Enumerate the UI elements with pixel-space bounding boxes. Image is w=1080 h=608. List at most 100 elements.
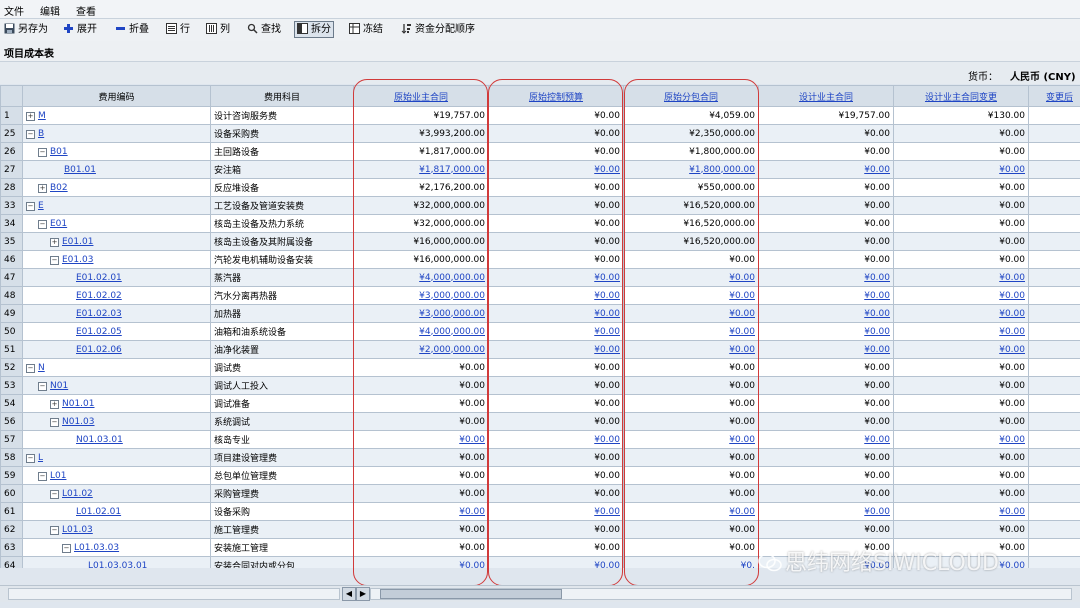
header-code[interactable]: 费用编码 bbox=[22, 85, 211, 107]
collapse-button[interactable]: 折叠 bbox=[113, 22, 151, 37]
table-row[interactable]: 27 B01.01 安注箱 ¥1,817,000.00 ¥0.00 ¥1,800,000.… bbox=[0, 160, 1080, 179]
table-row[interactable]: 49 E01.02.03 加热器 ¥3,000,000.00 ¥0.00 ¥0.00 ¥0.… bbox=[0, 304, 1080, 323]
amount-link[interactable]: ¥0.00 bbox=[729, 309, 755, 319]
amount-cell-c4[interactable]: ¥0.00 bbox=[758, 322, 894, 341]
amount-cell-c4[interactable]: ¥0.00 bbox=[758, 268, 894, 287]
scroll-right-button[interactable]: ▶ bbox=[356, 587, 370, 601]
collapse-node-icon[interactable]: − bbox=[62, 543, 71, 553]
collapse-node-icon[interactable]: − bbox=[26, 363, 35, 373]
menu-view[interactable]: 查看 bbox=[76, 3, 96, 18]
table-row[interactable]: 48 E01.02.02 汽水分离再热器 ¥3,000,000.00 ¥0.00 ¥0.0… bbox=[0, 286, 1080, 305]
amount-cell-c2[interactable]: ¥0.00 bbox=[488, 160, 624, 179]
table-row[interactable]: 47 E01.02.01 蒸汽器 ¥4,000,000.00 ¥0.00 ¥0.00 ¥0.… bbox=[0, 268, 1080, 287]
collapse-node-icon[interactable]: − bbox=[26, 453, 35, 463]
menu-edit[interactable]: 编辑 bbox=[40, 3, 60, 18]
amount-link[interactable]: ¥0.00 bbox=[459, 561, 485, 569]
cost-code-link[interactable]: E bbox=[38, 201, 44, 211]
amount-cell-c5[interactable]: ¥0.00 bbox=[893, 304, 1029, 323]
table-row[interactable]: 61 L01.02.01 设备采购 ¥0.00 ¥0.00 ¥0.00 ¥0.00 ¥0.00 bbox=[0, 502, 1080, 521]
cost-code-link[interactable]: L01.02.01 bbox=[76, 507, 121, 517]
amount-link[interactable]: ¥0.00 bbox=[999, 561, 1025, 569]
amount-cell-c2[interactable]: ¥0.00 bbox=[488, 304, 624, 323]
amount-link[interactable]: ¥0.00 bbox=[594, 345, 620, 355]
table-row[interactable]: 46− E01.03 汽轮发电机辅助设备安装 ¥16,000,000.00 ¥0.00 ¥… bbox=[0, 250, 1080, 269]
amount-cell-c1[interactable]: ¥0.00 bbox=[353, 502, 489, 521]
amount-link[interactable]: ¥0.00 bbox=[729, 345, 755, 355]
amount-link[interactable]: ¥0.00 bbox=[864, 273, 890, 283]
table-row[interactable]: 1 + M 设计咨询服务费 ¥19,757.00 ¥0.00 ¥4,059.00 ¥19,75… bbox=[0, 106, 1080, 125]
amount-cell-c1[interactable]: ¥4,000,000.00 bbox=[353, 322, 489, 341]
cost-code-link[interactable]: M bbox=[38, 111, 46, 121]
amount-cell-c1[interactable]: ¥3,000,000.00 bbox=[353, 304, 489, 323]
amount-cell-c2[interactable]: ¥0.00 bbox=[488, 286, 624, 305]
amount-cell-c1[interactable]: ¥1,817,000.00 bbox=[353, 160, 489, 179]
amount-cell-c2[interactable]: ¥0.00 bbox=[488, 430, 624, 449]
amount-cell-c1[interactable]: ¥3,000,000.00 bbox=[353, 286, 489, 305]
amount-link[interactable]: ¥0.00 bbox=[864, 345, 890, 355]
amount-link[interactable]: ¥3,000,000.00 bbox=[419, 291, 485, 301]
collapse-node-icon[interactable]: − bbox=[50, 417, 59, 427]
split-button[interactable]: 拆分 bbox=[294, 21, 334, 38]
amount-link[interactable]: ¥0.00 bbox=[594, 327, 620, 337]
amount-cell-c4[interactable]: ¥0.00 bbox=[758, 160, 894, 179]
table-row[interactable]: 58− L 项目建设管理费 ¥0.00 ¥0.00 ¥0.00 ¥0.00 ¥0.00 bbox=[0, 448, 1080, 467]
cost-code-link[interactable]: E01.03 bbox=[62, 255, 93, 265]
amount-link[interactable]: ¥0.00 bbox=[999, 273, 1025, 283]
header-design-owner-contract[interactable]: 设计业主合同 bbox=[758, 85, 894, 107]
amount-cell-c5[interactable]: ¥0.00 bbox=[893, 268, 1029, 287]
collapse-node-icon[interactable]: − bbox=[50, 525, 59, 535]
header-design-owner-contract-change[interactable]: 设计业主合同变更 bbox=[893, 85, 1029, 107]
header-after-change[interactable]: 变更后 bbox=[1028, 85, 1080, 107]
amount-cell-c4[interactable]: ¥0.00 bbox=[758, 340, 894, 359]
collapse-node-icon[interactable]: − bbox=[38, 219, 47, 229]
amount-link[interactable]: ¥2,000,000.00 bbox=[419, 345, 485, 355]
cost-code-link[interactable]: E01.02.05 bbox=[76, 327, 122, 337]
collapse-node-icon[interactable]: − bbox=[38, 147, 47, 157]
amount-cell-c1[interactable]: ¥2,000,000.00 bbox=[353, 340, 489, 359]
cost-code-link[interactable]: E01 bbox=[50, 219, 67, 229]
collapse-node-icon[interactable]: − bbox=[38, 381, 47, 391]
column-button[interactable]: 列 bbox=[204, 22, 232, 37]
amount-link[interactable]: ¥0.00 bbox=[999, 291, 1025, 301]
collapse-node-icon[interactable]: − bbox=[50, 489, 59, 499]
table-row[interactable]: 34− E01 核岛主设备及热力系统 ¥32,000,000.00 ¥0.00 ¥16,5… bbox=[0, 214, 1080, 233]
cost-code-link[interactable]: N01 bbox=[50, 381, 68, 391]
amount-cell-c4[interactable]: ¥0.00 bbox=[758, 286, 894, 305]
header-original-subcontract[interactable]: 原始分包合同 bbox=[623, 85, 759, 107]
amount-link[interactable]: ¥0.00 bbox=[864, 291, 890, 301]
cost-code-link[interactable]: B bbox=[38, 129, 44, 139]
amount-cell-c2[interactable]: ¥0.00 bbox=[488, 268, 624, 287]
amount-cell-c5[interactable]: ¥0.00 bbox=[893, 430, 1029, 449]
amount-cell-c3[interactable]: ¥0.00 bbox=[623, 268, 759, 287]
amount-link[interactable]: ¥0.00 bbox=[864, 435, 890, 445]
collapse-node-icon[interactable]: − bbox=[38, 471, 47, 481]
cost-code-link[interactable]: E01.02.03 bbox=[76, 309, 122, 319]
cost-code-link[interactable]: N01.03.01 bbox=[76, 435, 123, 445]
collapse-node-icon[interactable]: − bbox=[26, 129, 35, 139]
table-row[interactable]: 25− B 设备采购费 ¥3,993,200.00 ¥0.00 ¥2,350,000.00… bbox=[0, 124, 1080, 143]
amount-link[interactable]: ¥0.00 bbox=[729, 273, 755, 283]
header-original-control-budget[interactable]: 原始控制预算 bbox=[488, 85, 624, 107]
amount-link[interactable]: ¥0.00 bbox=[729, 507, 755, 517]
cost-code-link[interactable]: E01.02.06 bbox=[76, 345, 122, 355]
amount-link[interactable]: ¥3,000,000.00 bbox=[419, 309, 485, 319]
header-original-owner-contract[interactable]: 原始业主合同 bbox=[353, 85, 489, 107]
expand-node-icon[interactable]: + bbox=[50, 237, 59, 247]
amount-link[interactable]: ¥0.00 bbox=[864, 165, 890, 175]
fund-order-button[interactable]: 资金分配顺序 bbox=[399, 22, 477, 37]
amount-link[interactable]: ¥0.00 bbox=[999, 165, 1025, 175]
find-button[interactable]: 查找 bbox=[245, 22, 283, 37]
amount-cell-c3[interactable]: ¥1,800,000.00 bbox=[623, 160, 759, 179]
scroll-left-button[interactable]: ◀ bbox=[342, 587, 356, 601]
cost-code-link[interactable]: L01.02 bbox=[62, 489, 93, 499]
amount-link[interactable]: ¥0.00 bbox=[864, 327, 890, 337]
table-row[interactable]: 54 + N01.01 调试准备 ¥0.00 ¥0.00 ¥0.00 ¥0.00 ¥0.00 bbox=[0, 394, 1080, 413]
cost-code-link[interactable]: L bbox=[38, 453, 43, 463]
amount-link[interactable]: ¥0.00 bbox=[999, 507, 1025, 517]
cost-code-link[interactable]: L01.03 bbox=[62, 525, 93, 535]
amount-cell-c2[interactable]: ¥0.00 bbox=[488, 322, 624, 341]
amount-link[interactable]: ¥0.00 bbox=[594, 561, 620, 569]
amount-cell-c2[interactable]: ¥0.00 bbox=[488, 502, 624, 521]
amount-cell-c3[interactable]: ¥0.00 bbox=[623, 322, 759, 341]
amount-link[interactable]: ¥0.00 bbox=[594, 273, 620, 283]
